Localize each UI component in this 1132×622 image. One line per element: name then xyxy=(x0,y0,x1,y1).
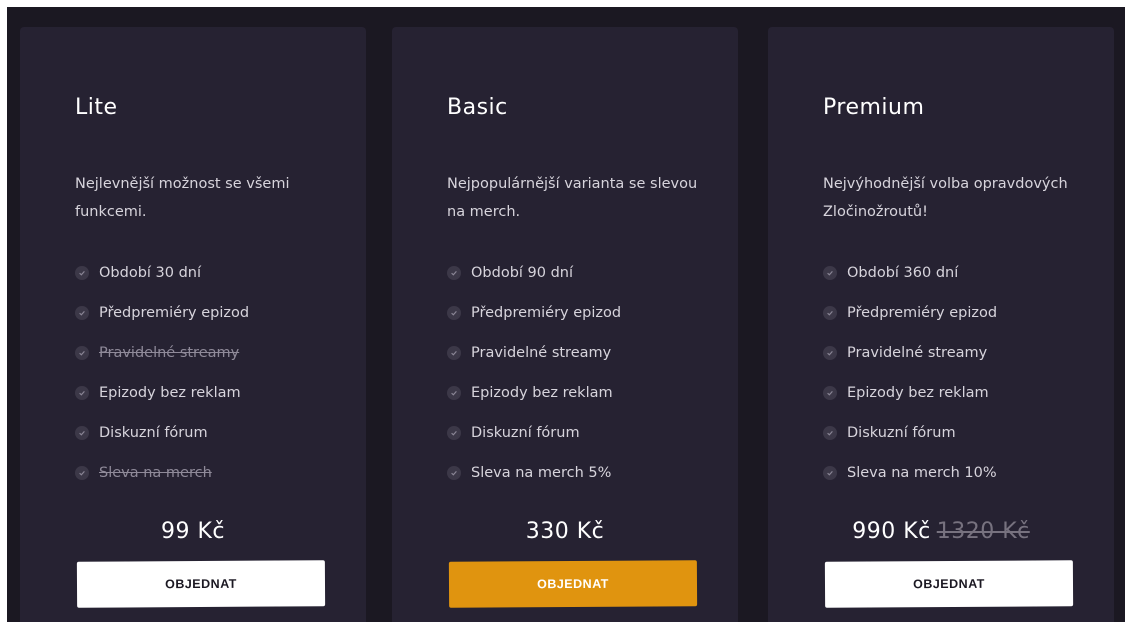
feature-item: Období 360 dní xyxy=(823,253,997,293)
feature-item: Diskuzní fórum xyxy=(75,413,249,453)
plan-title: Premium xyxy=(823,95,925,120)
feature-item: Epizody bez reklam xyxy=(823,373,997,413)
check-icon xyxy=(75,266,89,280)
feature-label: Diskuzní fórum xyxy=(471,425,580,441)
check-icon xyxy=(447,306,461,320)
check-icon xyxy=(75,386,89,400)
check-icon xyxy=(823,346,837,360)
check-icon xyxy=(75,346,89,360)
feature-label: Diskuzní fórum xyxy=(847,425,956,441)
feature-item: Období 30 dní xyxy=(75,253,249,293)
feature-label: Předpremiéry epizod xyxy=(847,305,998,321)
feature-label: Období 30 dní xyxy=(99,265,202,281)
plan-description: Nejpopulárnější varianta se slevou na me… xyxy=(447,176,698,220)
plan-price: 330 Kč xyxy=(392,519,738,544)
plan-title: Basic xyxy=(447,95,508,120)
feature-item: Sleva na merch 5% xyxy=(447,453,621,493)
plan-description: Nejvýhodnější volba opravdových Zločinož… xyxy=(823,176,1068,220)
feature-label: Epizody bez reklam xyxy=(847,385,989,401)
feature-item: Předpremiéry epizod xyxy=(75,293,249,333)
feature-label: Období 360 dní xyxy=(847,265,959,281)
feature-label: Pravidelné streamy xyxy=(847,345,988,361)
check-icon xyxy=(823,306,837,320)
feature-label: Sleva na merch 10% xyxy=(847,465,997,481)
plan-price: 990 Kč 1320 Kč xyxy=(768,519,1114,544)
check-icon xyxy=(447,466,461,480)
order-button-basic[interactable]: OBJEDNAT xyxy=(448,560,698,608)
feature-label: Pravidelné streamy xyxy=(471,345,612,361)
feature-list: Období 30 dní Předpremiéry epizod Pravid… xyxy=(75,253,249,493)
check-icon xyxy=(447,426,461,440)
check-icon xyxy=(75,466,89,480)
feature-item: Diskuzní fórum xyxy=(823,413,997,453)
feature-label: Předpremiéry epizod xyxy=(471,305,622,321)
feature-item: Epizody bez reklam xyxy=(447,373,621,413)
feature-label: Sleva na merch xyxy=(99,465,212,481)
pricing-section: Lite Nejlevnější možnost se všemi funkce… xyxy=(7,7,1125,622)
feature-item: Diskuzní fórum xyxy=(447,413,621,453)
feature-item: Pravidelné streamy xyxy=(823,333,997,373)
price-value: 99 Kč xyxy=(160,519,225,544)
feature-item: Předpremiéry epizod xyxy=(447,293,621,333)
order-button-premium[interactable]: OBJEDNAT xyxy=(824,560,1074,608)
price-value: 330 Kč xyxy=(525,519,605,544)
check-icon xyxy=(823,266,837,280)
plan-card-basic: Basic Nejpopulárnější varianta se slevou… xyxy=(392,27,738,622)
plan-card-lite: Lite Nejlevnější možnost se všemi funkce… xyxy=(20,27,366,622)
plan-price: 99 Kč xyxy=(20,519,366,544)
check-icon xyxy=(823,466,837,480)
order-button-lite[interactable]: OBJEDNAT xyxy=(76,560,326,608)
old-price: 1320 Kč xyxy=(936,519,1030,544)
check-icon xyxy=(447,386,461,400)
feature-item-disabled: Sleva na merch xyxy=(75,453,249,493)
feature-label: Pravidelné streamy xyxy=(99,345,240,361)
feature-label: Sleva na merch 5% xyxy=(471,465,612,481)
feature-list: Období 90 dní Předpremiéry epizod Pravid… xyxy=(447,253,621,493)
price-value: 990 Kč xyxy=(852,519,931,544)
plan-description: Nejlevnější možnost se všemi funkcemi. xyxy=(75,176,290,220)
feature-list: Období 360 dní Předpremiéry epizod Pravi… xyxy=(823,253,997,493)
plan-card-premium: Premium Nejvýhodnější volba opravdových … xyxy=(768,27,1114,622)
feature-label: Epizody bez reklam xyxy=(471,385,613,401)
feature-label: Diskuzní fórum xyxy=(99,425,208,441)
check-icon xyxy=(75,426,89,440)
plan-title: Lite xyxy=(75,95,118,120)
check-icon xyxy=(823,386,837,400)
feature-label: Období 90 dní xyxy=(471,265,574,281)
feature-item-disabled: Pravidelné streamy xyxy=(75,333,249,373)
check-icon xyxy=(447,266,461,280)
check-icon xyxy=(447,346,461,360)
feature-item: Období 90 dní xyxy=(447,253,621,293)
check-icon xyxy=(823,426,837,440)
feature-label: Epizody bez reklam xyxy=(99,385,241,401)
check-icon xyxy=(75,306,89,320)
feature-label: Předpremiéry epizod xyxy=(99,305,250,321)
feature-item: Pravidelné streamy xyxy=(447,333,621,373)
feature-item: Epizody bez reklam xyxy=(75,373,249,413)
feature-item: Předpremiéry epizod xyxy=(823,293,997,333)
feature-item: Sleva na merch 10% xyxy=(823,453,997,493)
